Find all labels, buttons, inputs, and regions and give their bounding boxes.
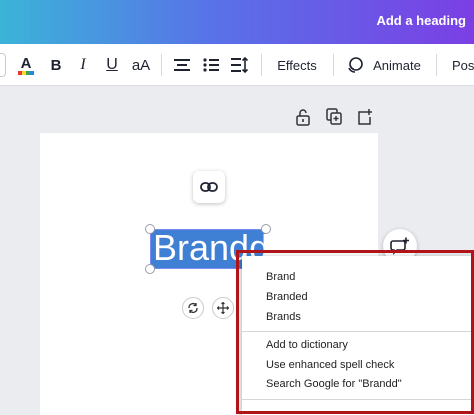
underline-button[interactable]: U — [102, 44, 122, 86]
italic-button[interactable]: I — [74, 44, 92, 86]
enhanced-spell-check-item[interactable]: Use enhanced spell check — [242, 355, 472, 375]
suggestion-item[interactable]: Brands — [242, 307, 472, 327]
bullet-list-icon — [203, 58, 219, 72]
duplicate-page-button[interactable] — [326, 108, 344, 128]
text-toolbar: A B I U aA Effects Animate Pos — [0, 44, 474, 86]
align-button[interactable] — [171, 44, 193, 86]
top-header-bar: Add a heading — [0, 0, 474, 44]
unlock-icon — [296, 109, 310, 126]
rotate-button[interactable] — [182, 297, 204, 319]
search-google-item[interactable]: Search Google for "Brandd" — [242, 374, 472, 394]
toolbar-divider — [261, 54, 262, 76]
add-comment-icon — [390, 237, 409, 255]
letter-case-button[interactable]: aA — [129, 44, 153, 86]
spellcheck-context-menu: Brand Branded Brands Add to dictionary U… — [242, 256, 474, 415]
align-center-icon — [174, 59, 190, 71]
list-button[interactable] — [200, 44, 222, 86]
lock-page-button[interactable] — [295, 108, 313, 128]
duplicate-icon — [326, 108, 342, 125]
add-to-dictionary-item[interactable]: Add to dictionary — [242, 335, 472, 355]
menu-divider — [242, 331, 474, 332]
toolbar-divider — [333, 54, 334, 76]
resize-handle-top-right[interactable] — [261, 224, 271, 234]
font-size-field[interactable] — [0, 53, 6, 77]
toolbar-divider — [436, 54, 437, 76]
position-button[interactable]: Pos — [452, 44, 474, 86]
bold-button[interactable]: B — [46, 44, 66, 86]
suggestion-item[interactable]: Brand — [242, 267, 472, 287]
link-icon — [200, 182, 218, 192]
menu-divider — [242, 399, 474, 400]
animate-icon-wrap[interactable] — [344, 44, 366, 86]
add-page-button[interactable] — [357, 108, 375, 128]
move-icon — [217, 302, 229, 314]
line-spacing-icon — [231, 57, 249, 73]
add-heading-button[interactable]: Add a heading — [376, 13, 466, 28]
svg-text:A: A — [21, 55, 32, 72]
text-color-icon: A — [18, 55, 34, 75]
resize-handle-bottom-left[interactable] — [145, 264, 155, 274]
link-button[interactable] — [193, 171, 225, 203]
text-color-button[interactable]: A — [14, 44, 38, 86]
toolbar-divider — [161, 54, 162, 76]
resize-handle-top-left[interactable] — [145, 224, 155, 234]
move-button[interactable] — [212, 297, 234, 319]
animate-button[interactable]: Animate — [370, 44, 424, 86]
rotate-icon — [188, 303, 198, 313]
effects-button[interactable]: Effects — [272, 44, 322, 86]
animate-icon — [348, 57, 363, 73]
suggestion-item[interactable]: Branded — [242, 287, 472, 307]
spacing-button[interactable] — [229, 44, 251, 86]
add-page-icon — [358, 109, 372, 125]
